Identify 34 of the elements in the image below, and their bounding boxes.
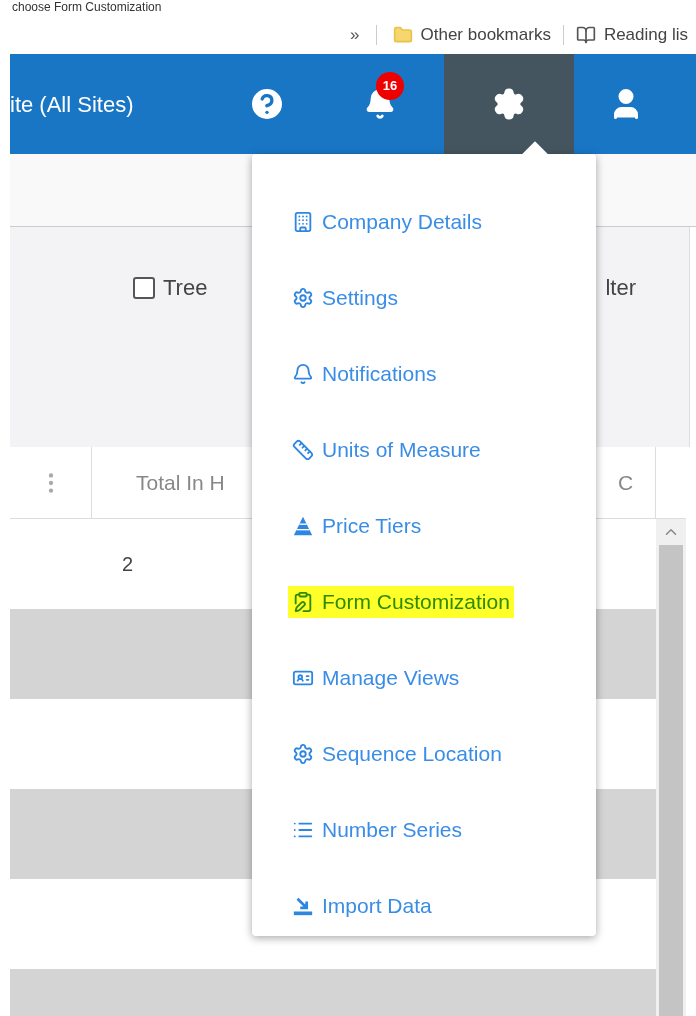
menu-item[interactable]: Company Details bbox=[288, 184, 486, 260]
column-header[interactable]: C bbox=[608, 447, 656, 518]
site-selector[interactable]: ite (All Sites) bbox=[10, 87, 242, 121]
notification-count-badge: 16 bbox=[376, 72, 404, 100]
pyramid-icon bbox=[292, 515, 314, 537]
menu-item[interactable]: Import Data bbox=[288, 868, 436, 944]
tree-checkbox[interactable]: Tree bbox=[133, 271, 208, 304]
menu-item[interactable]: Price Tiers bbox=[288, 488, 426, 564]
menu-item[interactable]: Number Series bbox=[288, 792, 467, 868]
import-icon bbox=[292, 895, 314, 917]
building-icon bbox=[292, 211, 314, 233]
folder-icon bbox=[392, 25, 413, 45]
bookmark-item[interactable]: Other bookmarks bbox=[392, 22, 551, 48]
ruler-icon bbox=[292, 439, 314, 461]
caption-text: choose Form Customization bbox=[11, 0, 163, 16]
menu-item[interactable]: Settings bbox=[288, 260, 402, 336]
table-cell-text: 2 bbox=[122, 552, 134, 577]
reading-list-icon bbox=[575, 25, 596, 45]
toolbar-text: lter bbox=[605, 274, 636, 302]
settings-tab[interactable] bbox=[444, 54, 574, 154]
bell-icon bbox=[292, 363, 314, 385]
menu-item[interactable]: Form Customization bbox=[288, 564, 514, 640]
settings-icon bbox=[492, 87, 526, 121]
column-header[interactable]: Total In H bbox=[92, 447, 242, 518]
menu-item[interactable]: Notifications bbox=[288, 336, 441, 412]
bookmarks-overflow[interactable]: » bbox=[350, 22, 360, 48]
clipboard-pen-icon bbox=[292, 591, 314, 613]
scrollbar[interactable] bbox=[656, 519, 686, 1016]
settings-icon bbox=[292, 743, 314, 765]
menu-item[interactable]: Sequence Location bbox=[288, 716, 506, 792]
menu-item[interactable]: Manage Views bbox=[288, 640, 464, 716]
bookmark-item[interactable]: Reading lis bbox=[575, 22, 688, 48]
settings-icon bbox=[292, 287, 314, 309]
menu-item[interactable]: Units of Measure bbox=[288, 412, 485, 488]
